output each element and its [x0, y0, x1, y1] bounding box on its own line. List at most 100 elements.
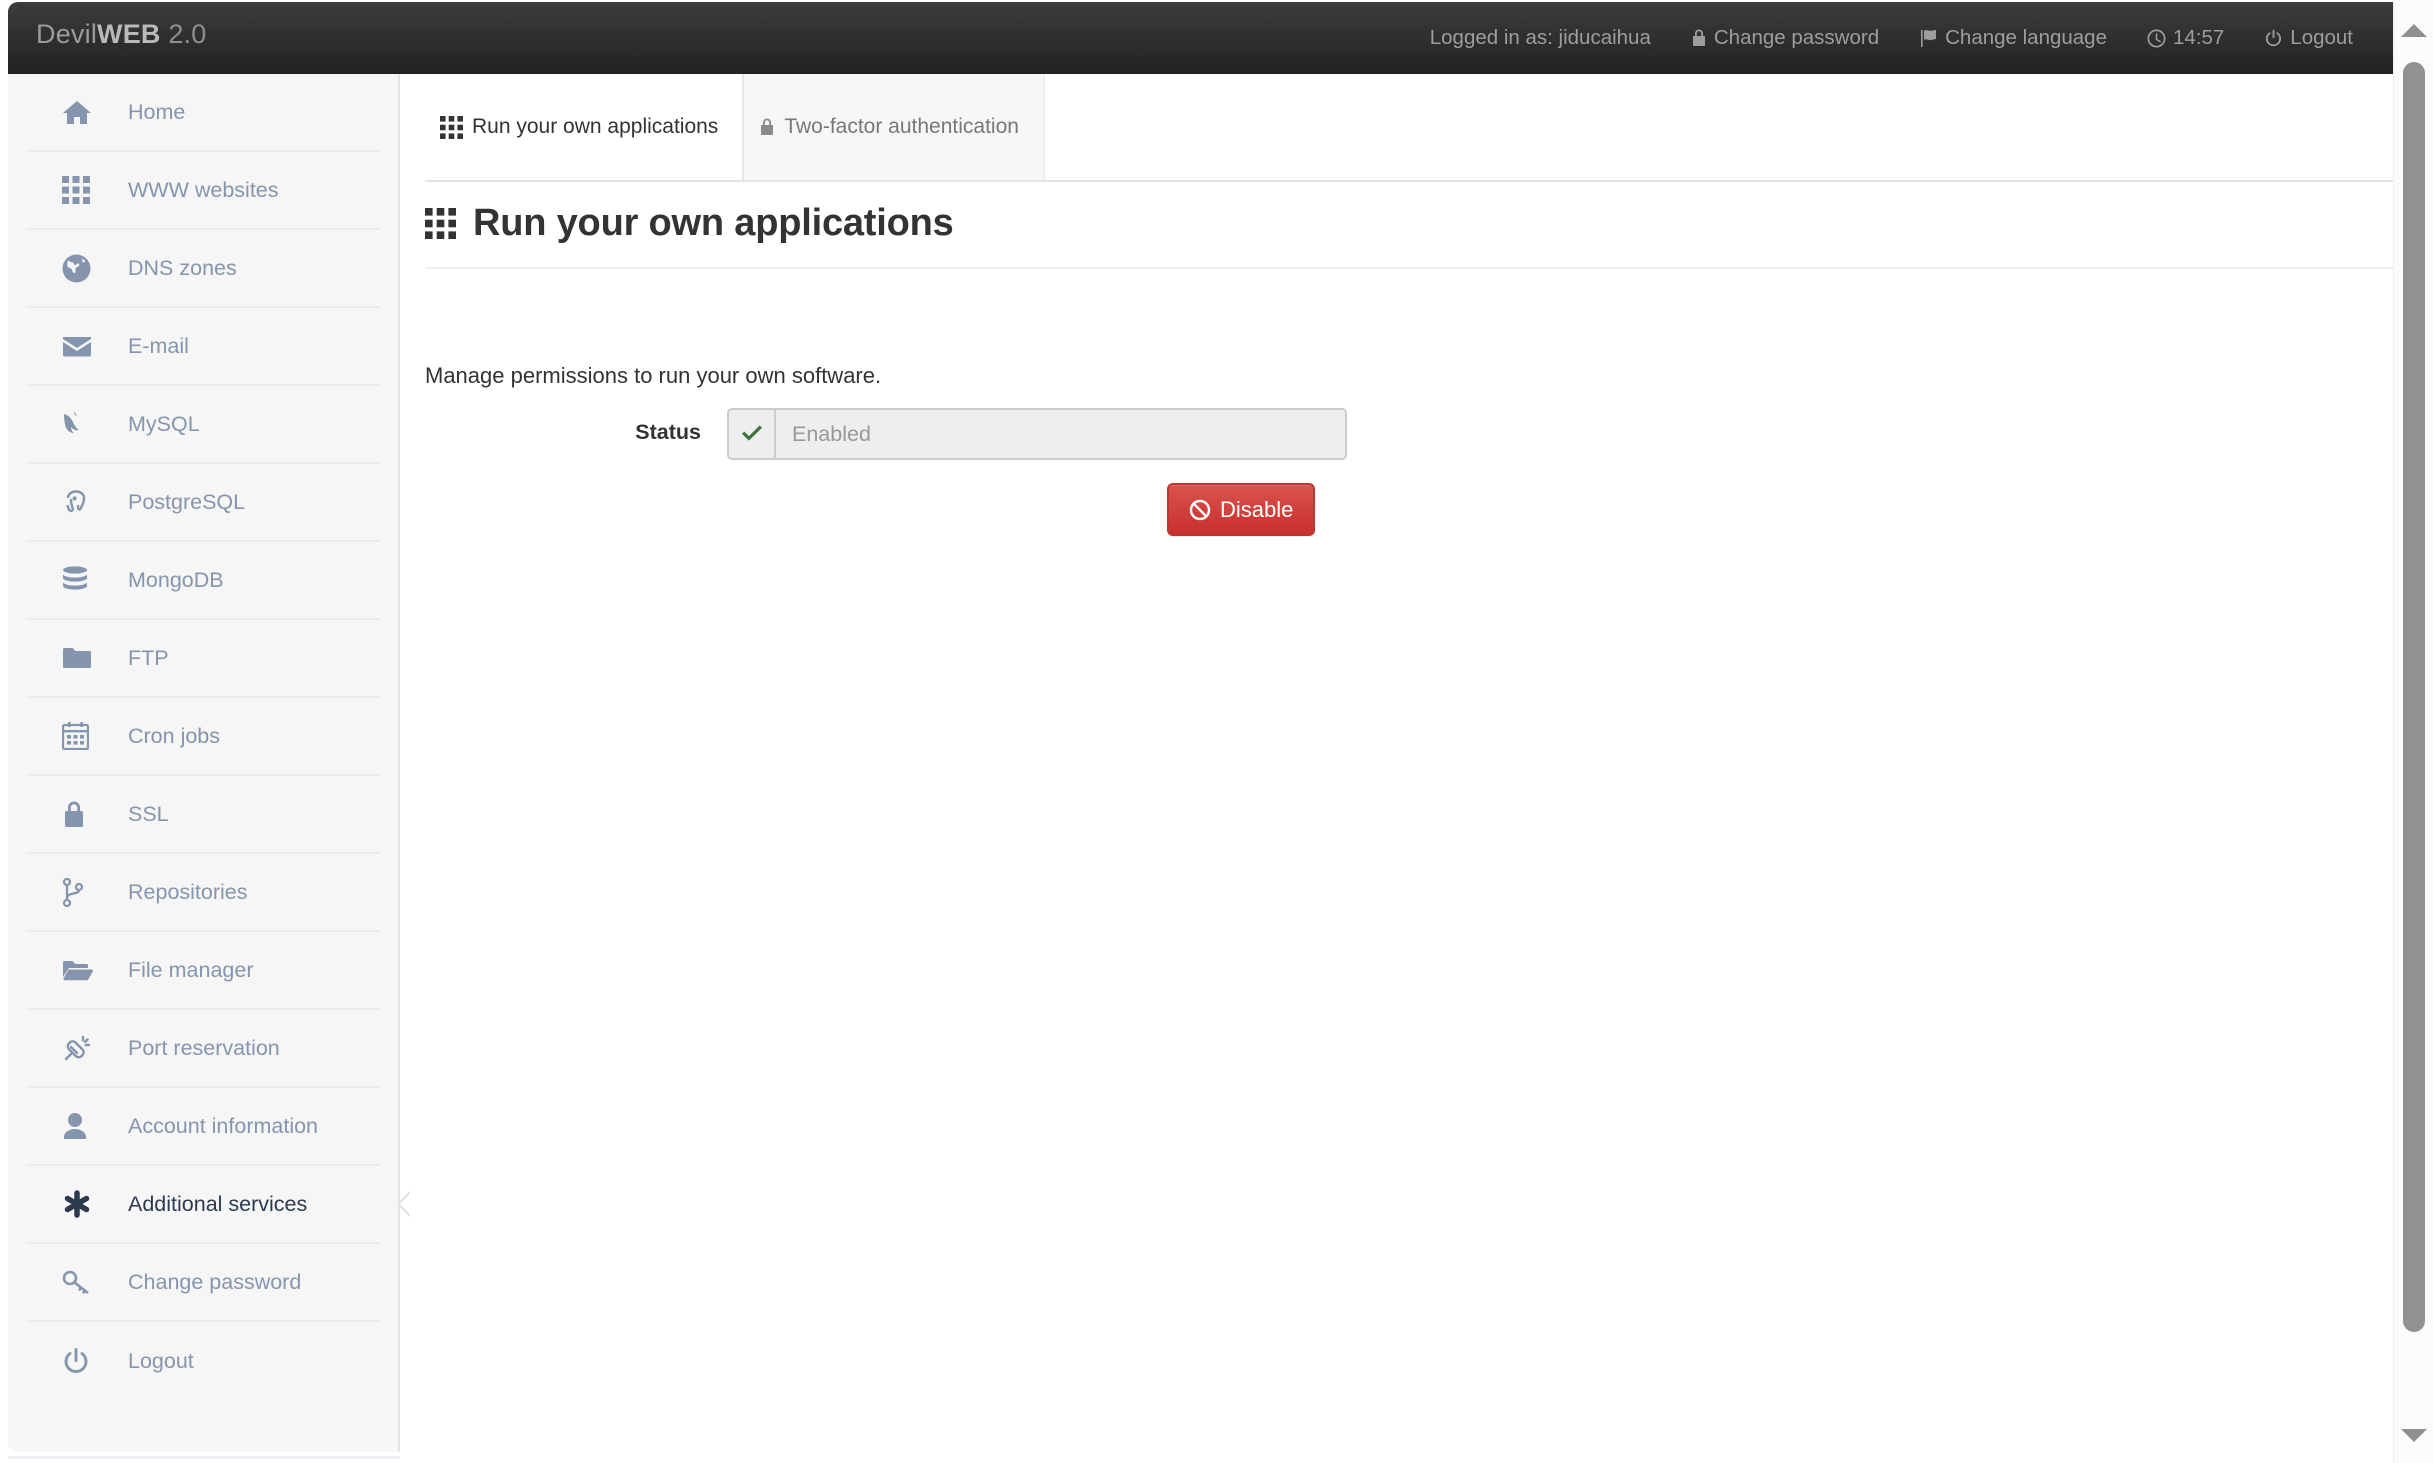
sidebar-item-mongodb[interactable]: MongoDB — [26, 542, 380, 620]
logout-label: Logout — [2290, 26, 2353, 49]
sidebar-item-postgresql[interactable]: PostgreSQL — [26, 464, 380, 542]
change-password-label: Change password — [1713, 26, 1880, 49]
envelope-icon — [62, 335, 106, 358]
change-language-label: Change language — [1945, 26, 2107, 49]
folder-open-icon — [62, 958, 106, 982]
check-icon — [727, 408, 774, 460]
brand-prefix: Devil — [36, 19, 98, 49]
sidebar-item-label: Home — [128, 99, 186, 124]
sidebar-item-logout[interactable]: Logout — [26, 1322, 380, 1400]
change-password-link[interactable]: Change password — [1671, 2, 1899, 74]
lock-icon — [62, 800, 106, 829]
dolphin-icon — [62, 411, 106, 437]
sidebar-item-label: Additional services — [128, 1191, 308, 1216]
folder-icon — [62, 646, 106, 670]
triangle-down-icon — [2401, 1428, 2427, 1442]
page-description: Manage permissions to run your own softw… — [425, 363, 882, 388]
logged-in-as: Logged in as: jiducaihua — [1410, 2, 1671, 74]
user-icon — [62, 1112, 106, 1140]
sidebar-item-label: Port reservation — [128, 1035, 280, 1060]
server-clock: 14:57 — [2127, 2, 2244, 74]
tab-label: Run your own applications — [472, 115, 719, 138]
flag-icon — [1919, 29, 1938, 48]
clock-time: 14:57 — [2172, 26, 2225, 49]
status-input-group: Enabled — [727, 408, 1347, 460]
brand-bold: WEB — [97, 19, 161, 49]
sidebar-item-account-information[interactable]: Account information — [26, 1088, 380, 1166]
power-icon — [62, 1347, 106, 1375]
disable-button[interactable]: Disable — [1167, 483, 1316, 536]
sidebar-item-label: Cron jobs — [128, 723, 221, 748]
sidebar-item-cron-jobs[interactable]: Cron jobs — [26, 698, 380, 776]
scrollbar-thumb[interactable] — [2403, 62, 2425, 1332]
calendar-icon — [62, 722, 106, 750]
triangle-up-icon — [2401, 23, 2427, 37]
sidebar-item-change-password[interactable]: Change password — [26, 1244, 380, 1322]
sidebar-item-port-reservation[interactable]: Port reservation — [26, 1010, 380, 1088]
sidebar-item-mysql[interactable]: MySQL — [26, 386, 380, 464]
sidebar-item-label: Repositories — [128, 879, 248, 904]
browser-window: DevilWEB 2.0 Logged in as: jiducaihua Ch… — [0, 0, 2433, 1463]
grid-icon — [440, 115, 463, 139]
tab-two-factor-authentication[interactable]: Two-factor authentication — [744, 74, 1045, 180]
grid-icon — [62, 176, 106, 204]
sidebar-item-www-websites[interactable]: WWW websites — [26, 152, 380, 230]
sidebar-item-file-manager[interactable]: File manager — [26, 932, 380, 1010]
database-icon — [62, 566, 106, 594]
clock-icon — [2147, 28, 2166, 48]
asterisk-icon — [62, 1189, 106, 1219]
page-title: Run your own applications — [473, 202, 954, 244]
sidebar-item-home[interactable]: Home — [26, 74, 380, 152]
sidebar-item-label: E-mail — [128, 333, 189, 358]
power-icon — [2264, 29, 2283, 48]
tab-run-your-own-applications[interactable]: Run your own applications — [425, 74, 745, 180]
top-navbar: DevilWEB 2.0 Logged in as: jiducaihua Ch… — [8, 2, 2393, 74]
change-language-link[interactable]: Change language — [1899, 2, 2127, 74]
brand-logo[interactable]: DevilWEB 2.0 — [36, 19, 206, 50]
sidebar-bottom-edge — [8, 1456, 400, 1459]
page-title-block: Run your own applications — [425, 202, 2393, 269]
grid-icon — [425, 208, 456, 239]
lock-icon — [1691, 28, 1707, 48]
logout-link[interactable]: Logout — [2244, 2, 2373, 74]
disable-button-label: Disable — [1220, 496, 1294, 522]
navbar-right-menu: Logged in as: jiducaihua Change password… — [1410, 2, 2373, 74]
sidebar-item-repositories[interactable]: Repositories — [26, 854, 380, 932]
sidebar-item-additional-services[interactable]: Additional services — [26, 1166, 424, 1244]
sidebar-item-ssl[interactable]: SSL — [26, 776, 380, 854]
sidebar-item-label: FTP — [128, 645, 169, 670]
scroll-down-button[interactable] — [2394, 1415, 2433, 1455]
key-icon — [62, 1269, 106, 1296]
sidebar-item-label: SSL — [128, 801, 169, 826]
home-icon — [62, 99, 106, 126]
sidebar-item-label: PostgreSQL — [128, 489, 246, 514]
sidebar-item-label: DNS zones — [128, 255, 237, 280]
sidebar-item-label: WWW websites — [128, 177, 279, 202]
sidebar-item-label: File manager — [128, 957, 254, 982]
sidebar-item-label: Account information — [128, 1113, 319, 1138]
sidebar-item-label: Logout — [128, 1348, 194, 1373]
sidebar-item-dns-zones[interactable]: DNS zones — [26, 230, 380, 308]
tab-bar: Run your own applications Two-factor aut… — [425, 74, 2393, 182]
elephant-icon — [62, 489, 106, 516]
ban-icon — [1189, 499, 1211, 521]
status-label: Status — [635, 420, 701, 444]
sidebar-nav: Home WWW websites DNS zones E-mail MySQL… — [8, 74, 424, 1452]
sidebar-item-label: MySQL — [128, 411, 200, 436]
tab-label: Two-factor authentication — [784, 115, 1019, 138]
status-form-row: Status Enabled — [425, 408, 2125, 460]
sidebar-item-ftp[interactable]: FTP — [26, 620, 380, 698]
lock-icon — [759, 117, 775, 137]
plug-icon — [62, 1034, 106, 1063]
sidebar-item-label: Change password — [128, 1269, 302, 1294]
scroll-up-button[interactable] — [2394, 10, 2433, 50]
main-content: Run your own applications Two-factor aut… — [410, 74, 2393, 1452]
page-viewport: DevilWEB 2.0 Logged in as: jiducaihua Ch… — [0, 0, 2393, 1463]
status-value: Enabled — [774, 408, 1347, 460]
logged-in-as-label: Logged in as: jiducaihua — [1429, 26, 1651, 49]
vertical-scrollbar[interactable] — [2393, 0, 2433, 1463]
sidebar-item-email[interactable]: E-mail — [26, 308, 380, 386]
sidebar-item-label: MongoDB — [128, 567, 224, 592]
code-branch-icon — [62, 877, 106, 907]
globe-icon — [62, 254, 106, 283]
